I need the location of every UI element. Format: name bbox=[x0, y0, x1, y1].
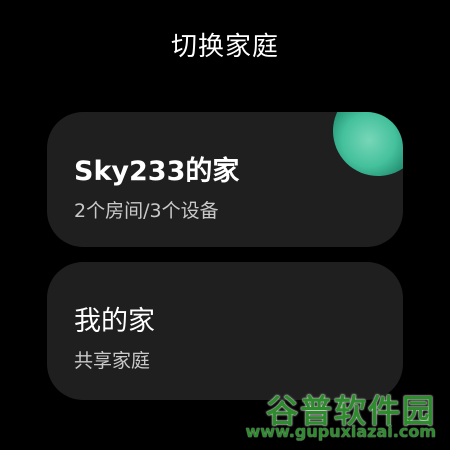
home-name: Sky233的家 bbox=[74, 156, 240, 187]
home-name: 我的家 bbox=[74, 306, 155, 337]
home-summary: 共享家庭 bbox=[74, 350, 151, 372]
selected-indicator bbox=[333, 112, 403, 176]
home-card-my-home[interactable]: 我的家 共享家庭 bbox=[47, 262, 403, 400]
watch-screen: 切换家庭 Sky233的家 2个房间/3个设备 我的家 共享家庭 谷普软件园 w… bbox=[0, 0, 450, 450]
page-title: 切换家庭 bbox=[170, 32, 279, 62]
watermark-url: www.gupuxiazai.com bbox=[245, 422, 436, 441]
home-summary: 2个房间/3个设备 bbox=[74, 200, 219, 222]
home-card-sky233[interactable]: Sky233的家 2个房间/3个设备 bbox=[47, 112, 403, 247]
